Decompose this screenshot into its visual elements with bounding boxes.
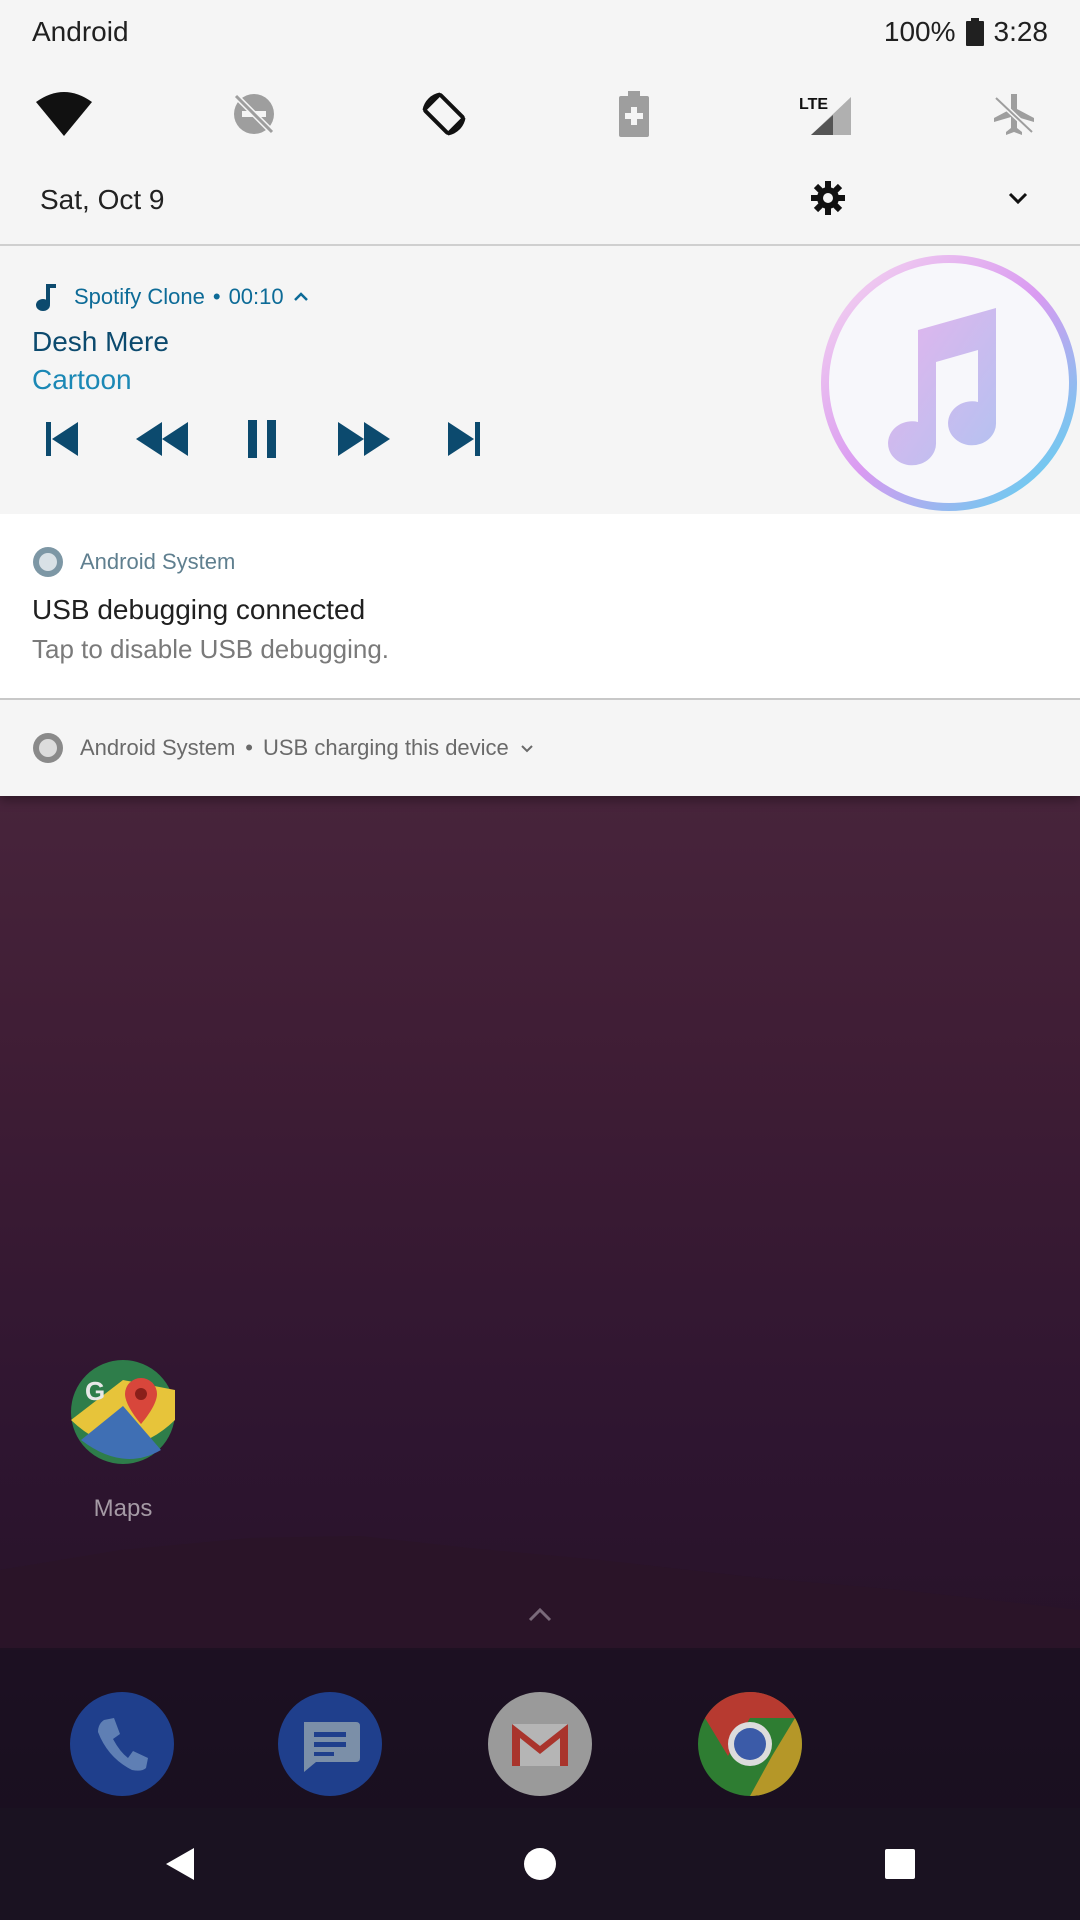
status-bar: Android 100% 3:28 [0,0,1080,64]
separator-dot: • [245,735,253,760]
lte-label: LTE [799,96,828,113]
media-header: Spotify Clone • 00:10 [32,282,312,312]
phone-app-icon[interactable] [70,1692,174,1796]
lte-signal-icon: LTE [799,96,851,135]
date-label: Sat, Oct 9 [40,184,165,215]
android-system-icon [33,733,63,763]
usb-notification-title: USB debugging connected [32,594,366,625]
charging-text: USB charging this device [263,735,509,760]
quick-settings-row: LTE [0,64,1080,160]
chevron-down-icon[interactable] [517,738,537,758]
skip-previous-icon[interactable] [32,414,92,464]
status-indicators: 100% 3:28 [884,16,1048,48]
dnd-tile[interactable] [224,84,284,144]
wifi-icon [36,92,92,136]
battery-percent: 100% [883,16,956,47]
navigation-bar [0,1808,1080,1920]
maps-app-icon: G [71,1360,175,1464]
charging-app-name: Android System [80,735,236,760]
android-system-icon [33,547,63,577]
mobile-data-tile[interactable]: LTE [794,84,856,144]
airplane-mode-tile[interactable] [984,84,1044,144]
usb-notification-header: Android System [32,546,235,578]
chevron-down-icon[interactable] [1000,180,1036,216]
battery-saver-icon [619,91,649,137]
fast-forward-icon[interactable] [334,414,394,464]
home-icon[interactable] [520,1844,560,1884]
charging-notification-row: Android System • USB charging this devic… [32,732,537,764]
rewind-icon[interactable] [132,414,192,464]
battery-saver-tile[interactable] [604,84,664,144]
media-notification[interactable]: Spotify Clone • 00:10 Desh Mere Cartoon [0,246,1080,514]
chevron-up-icon[interactable] [290,286,312,308]
album-art-itunes-icon [821,255,1077,511]
wifi-tile[interactable] [34,84,94,144]
media-elapsed-time: 00:10 [228,284,284,309]
usb-notification-text: Tap to disable USB debugging. [32,634,390,664]
gear-icon[interactable] [808,178,848,218]
date-row: Sat, Oct 9 [0,160,1080,246]
gmail-app-icon[interactable] [488,1692,592,1796]
usb-debugging-notification[interactable]: Android System USB debugging connected T… [0,514,1080,700]
back-icon[interactable] [160,1844,200,1884]
usb-app-name: Android System [80,549,236,574]
chrome-app-icon[interactable] [698,1692,802,1796]
separator-dot: • [212,284,221,309]
pause-icon[interactable] [232,414,292,464]
maps-app[interactable]: G Maps [68,1360,178,1523]
recents-icon[interactable] [880,1844,920,1884]
usb-charging-notification[interactable]: Android System • USB charging this devic… [0,700,1080,796]
carrier-label: Android [32,16,129,47]
dnd-icon [233,93,275,135]
app-drawer-chevron-up-icon[interactable] [522,1600,558,1628]
music-note-icon [36,284,56,311]
airplane-mode-icon [994,94,1034,135]
clock: 3:28 [993,16,1049,47]
maps-app-label: Maps [93,1495,153,1522]
battery-icon [965,18,984,46]
dock [0,1648,1080,1808]
song-title: Desh Mere [32,326,169,357]
svg-text:G: G [85,1376,105,1406]
media-app-name: Spotify Clone [74,284,205,309]
song-artist: Cartoon [32,364,132,395]
auto-rotate-icon [422,92,466,136]
notification-shade: Android 100% 3:28 LTE Sat, Oct 9 Spotify… [0,0,1080,796]
messages-app-icon[interactable] [278,1692,382,1796]
skip-next-icon[interactable] [434,414,494,464]
auto-rotate-tile[interactable] [414,84,474,144]
